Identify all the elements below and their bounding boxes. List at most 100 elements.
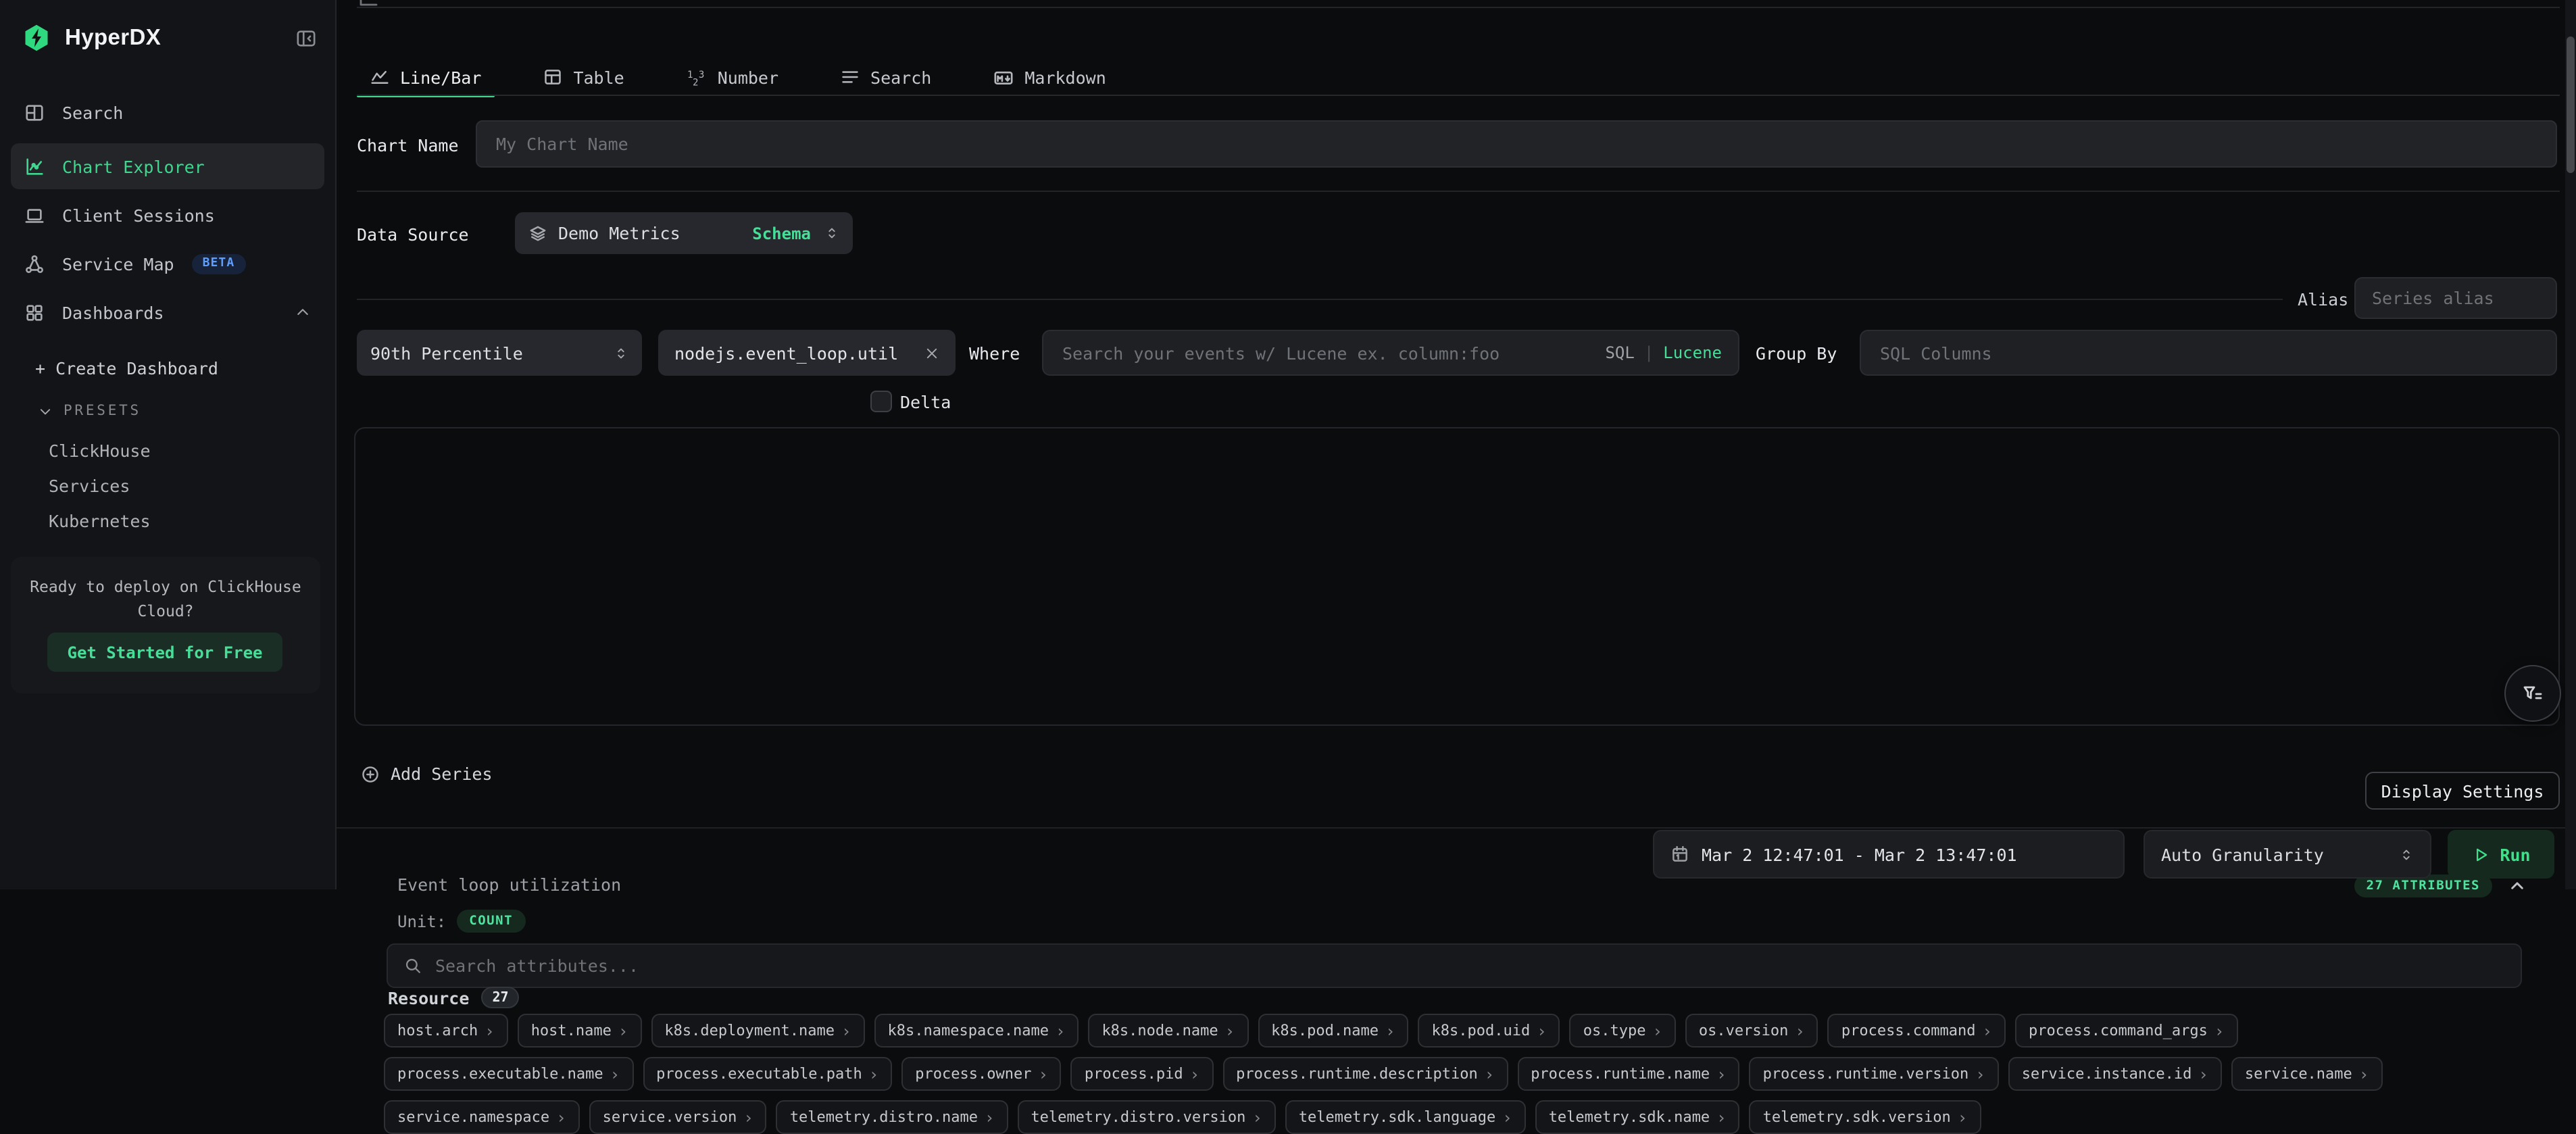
chevron-right-icon: › xyxy=(1958,1108,1967,1127)
aggregation-select[interactable]: 90th Percentile xyxy=(357,330,642,376)
unit-row: Unit: COUNT xyxy=(397,910,525,933)
tab-number[interactable]: 123Number xyxy=(673,59,792,95)
scrollbar-thumb[interactable] xyxy=(2567,36,2575,173)
attribute-chip[interactable]: telemetry.distro.version› xyxy=(1017,1100,1275,1134)
attribute-search-field[interactable] xyxy=(387,943,2522,988)
group-by-input[interactable] xyxy=(1877,341,2540,364)
where-field[interactable]: SQL | Lucene xyxy=(1042,330,1739,376)
preset-services[interactable]: Services xyxy=(49,468,322,503)
granularity-select[interactable]: Auto Granularity xyxy=(2144,830,2431,879)
attribute-chip[interactable]: process.command_args› xyxy=(2015,1014,2237,1047)
preset-clickhouse[interactable]: ClickHouse xyxy=(49,433,322,468)
attribute-chip[interactable]: os.type› xyxy=(1570,1014,1676,1047)
attribute-search-input[interactable] xyxy=(432,954,2504,977)
select-chevrons-icon xyxy=(2399,845,2414,863)
sql-option[interactable]: SQL xyxy=(1605,343,1634,362)
lucene-option[interactable]: Lucene xyxy=(1663,343,1722,362)
attribute-chip[interactable]: telemetry.distro.name› xyxy=(776,1100,1008,1134)
sidebar-item-chart-explorer[interactable]: Chart Explorer xyxy=(11,143,324,189)
attribute-chip[interactable]: process.command› xyxy=(1828,1014,2006,1047)
collapse-panel-icon[interactable] xyxy=(2508,877,2526,895)
attribute-chip[interactable]: k8s.pod.uid› xyxy=(1418,1014,1560,1047)
attribute-chip[interactable]: service.name› xyxy=(2231,1057,2382,1091)
tabs-divider xyxy=(357,95,2560,96)
calendar-icon xyxy=(1670,845,1689,864)
attribute-chip[interactable]: process.executable.path› xyxy=(643,1057,892,1091)
attribute-name: os.type xyxy=(1583,1022,1646,1039)
attribute-name: service.version xyxy=(603,1108,737,1126)
presets-header[interactable]: PRESETS xyxy=(38,403,141,419)
attribute-chip[interactable]: telemetry.sdk.language› xyxy=(1285,1100,1526,1134)
attribute-chip[interactable]: telemetry.sdk.name› xyxy=(1535,1100,1740,1134)
vertical-scrollbar[interactable] xyxy=(2565,0,2576,889)
chevron-right-icon: › xyxy=(1038,1064,1047,1083)
attribute-chip[interactable]: telemetry.sdk.version› xyxy=(1750,1100,1981,1134)
remove-metric-icon[interactable] xyxy=(924,345,939,360)
add-series-button[interactable]: Add Series xyxy=(361,764,493,784)
attribute-name: k8s.namespace.name xyxy=(888,1022,1049,1039)
unit-label: Unit: xyxy=(397,912,446,931)
sidebar-item-label: Chart Explorer xyxy=(62,156,205,176)
attribute-chip[interactable]: process.runtime.version› xyxy=(1750,1057,1999,1091)
tab-line-bar[interactable]: Line/Bar xyxy=(357,59,495,95)
sidebar-collapse-icon[interactable] xyxy=(296,28,316,48)
sidebar-item-dashboards[interactable]: Dashboards xyxy=(11,289,324,335)
alias-input[interactable] xyxy=(2369,287,2542,310)
app-root: HyperDX SearchChart ExplorerClient Sessi… xyxy=(0,0,2576,889)
list-icon xyxy=(841,68,860,87)
attribute-chip[interactable]: k8s.node.name› xyxy=(1088,1014,1248,1047)
query-language-toggle[interactable]: SQL | Lucene xyxy=(1605,343,1722,362)
data-source-select[interactable]: Demo Metrics Schema xyxy=(515,212,853,254)
delta-checkbox[interactable] xyxy=(870,391,892,412)
attribute-chip[interactable]: process.executable.name› xyxy=(384,1057,633,1091)
sidebar-item-search[interactable]: Search xyxy=(11,89,324,135)
attribute-chip[interactable]: service.version› xyxy=(589,1100,767,1134)
display-settings-button[interactable]: Display Settings xyxy=(2365,772,2560,810)
presets-list: ClickHouseServicesKubernetes xyxy=(49,433,322,538)
preset-kubernetes[interactable]: Kubernetes xyxy=(49,503,322,538)
chevron-right-icon: › xyxy=(1537,1021,1546,1040)
sidebar-item-client-sessions[interactable]: Client Sessions xyxy=(11,192,324,238)
attribute-name: process.pid xyxy=(1085,1065,1183,1083)
get-started-button[interactable]: Get Started for Free xyxy=(47,633,282,672)
tab-table[interactable]: Table xyxy=(530,59,637,95)
alias-divider xyxy=(357,299,2283,300)
chevron-right-icon: › xyxy=(1975,1064,1985,1083)
chevron-right-icon: › xyxy=(1056,1021,1065,1040)
chart-name-field[interactable] xyxy=(476,120,2557,168)
tab-search[interactable]: Search xyxy=(827,59,945,95)
attribute-chip[interactable]: process.runtime.name› xyxy=(1517,1057,1739,1091)
chevron-right-icon: › xyxy=(2198,1064,2208,1083)
attribute-name: process.executable.name xyxy=(397,1065,603,1083)
sidebar-item-service-map[interactable]: Service MapBETA xyxy=(11,241,324,287)
search-icon xyxy=(404,957,422,975)
attribute-chip[interactable]: process.owner› xyxy=(901,1057,1062,1091)
attribute-chip[interactable]: k8s.namespace.name › xyxy=(874,1014,1079,1047)
attribute-chip[interactable]: host.name› xyxy=(518,1014,642,1047)
run-button[interactable]: Run xyxy=(2448,830,2554,879)
select-chevrons-icon xyxy=(614,344,628,362)
attribute-chip[interactable]: service.instance.id› xyxy=(2008,1057,2222,1091)
time-range-picker[interactable]: Mar 2 12:47:01 - Mar 2 13:47:01 xyxy=(1653,830,2125,879)
run-label: Run xyxy=(2500,844,2530,864)
attribute-chip[interactable]: process.pid › xyxy=(1071,1057,1213,1091)
attribute-chip[interactable]: process.runtime.description› xyxy=(1222,1057,1508,1091)
resource-count-badge: 27 xyxy=(481,987,519,1008)
resource-group-label: Resource xyxy=(388,987,469,1008)
attribute-chip[interactable]: k8s.deployment.name› xyxy=(651,1014,864,1047)
attribute-chip[interactable]: host.arch› xyxy=(384,1014,508,1047)
alias-field[interactable] xyxy=(2354,277,2557,319)
chevron-right-icon: › xyxy=(1190,1064,1199,1083)
where-input[interactable] xyxy=(1060,341,1605,364)
attribute-chip[interactable]: k8s.pod.name› xyxy=(1258,1014,1408,1047)
group-by-field[interactable] xyxy=(1860,330,2557,376)
schema-link[interactable]: Schema xyxy=(752,224,811,243)
create-dashboard-button[interactable]: + Create Dashboard xyxy=(35,358,218,378)
metric-tag[interactable]: nodejs.event_loop.util xyxy=(658,330,956,376)
attribute-chip[interactable]: os.version› xyxy=(1685,1014,1818,1047)
metric-name: nodejs.event_loop.util xyxy=(674,343,912,363)
attribute-filter-fab[interactable] xyxy=(2504,665,2561,722)
tab-markdown[interactable]: Markdown xyxy=(980,59,1119,95)
attribute-chip[interactable]: service.namespace› xyxy=(384,1100,580,1134)
chart-name-input[interactable] xyxy=(493,132,2540,155)
